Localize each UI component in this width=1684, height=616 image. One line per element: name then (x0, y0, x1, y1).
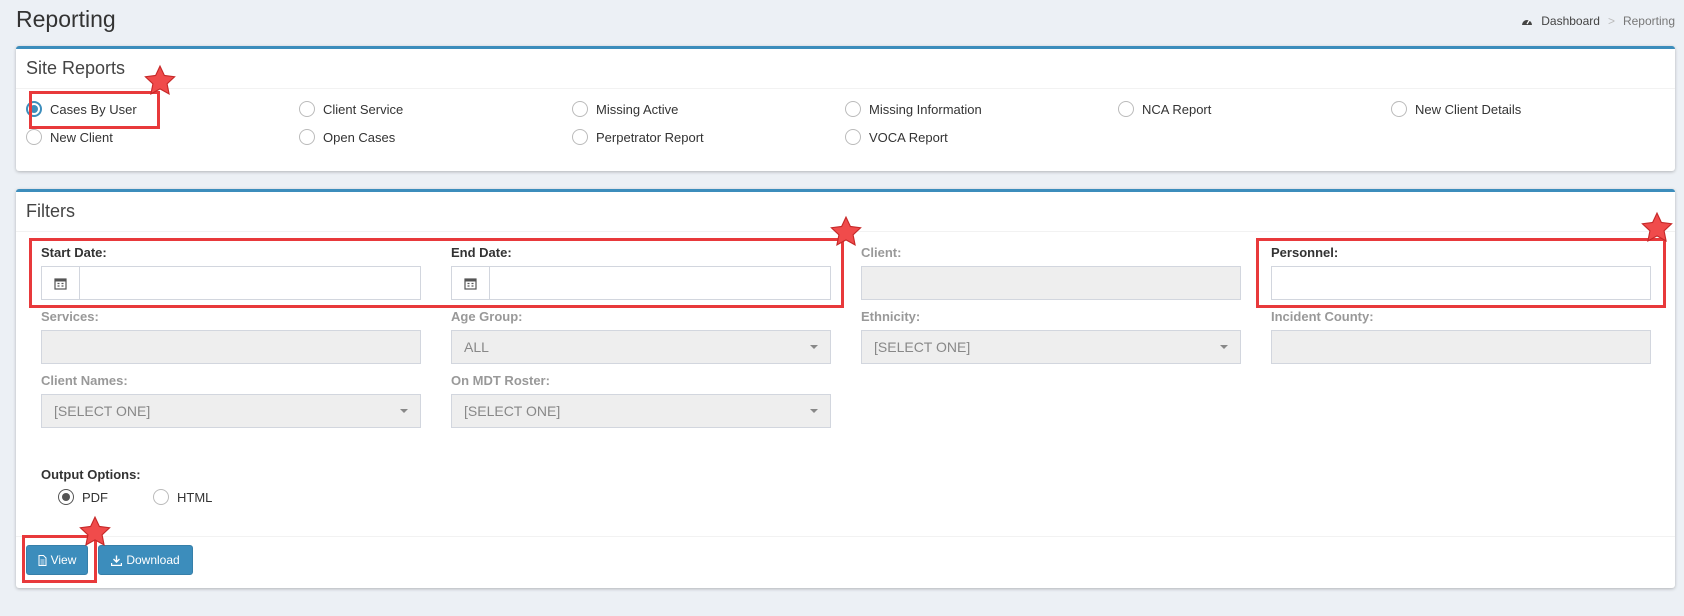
output-option-html[interactable]: HTML (153, 488, 212, 506)
report-option-new-client[interactable]: New Client (26, 128, 299, 146)
calendar-icon (54, 277, 67, 290)
breadcrumb-separator: > (1607, 14, 1615, 28)
report-option-missing-information[interactable]: Missing Information (845, 100, 1118, 118)
personnel-label: Personnel: (1271, 245, 1339, 260)
radio-button[interactable] (299, 101, 315, 117)
age-group-select[interactable]: ALL (451, 330, 831, 364)
report-option-open-cases[interactable]: Open Cases (299, 128, 572, 146)
client-label: Client: (861, 245, 902, 260)
incident-county-label: Incident County: (1271, 309, 1374, 324)
report-option-cases-by-user[interactable]: Cases By User (26, 100, 299, 118)
site-reports-title: Site Reports (16, 49, 1675, 89)
end-date-calendar-button[interactable] (451, 266, 489, 300)
client-names-select[interactable]: [SELECT ONE] (41, 394, 421, 428)
radio-button[interactable] (26, 101, 42, 117)
output-options-label: Output Options: (41, 467, 141, 482)
age-group-label: Age Group: (451, 309, 523, 324)
on-mdt-roster-select[interactable]: [SELECT ONE] (451, 394, 831, 428)
radio-button[interactable] (153, 489, 169, 505)
page-title: Reporting (16, 6, 116, 32)
start-date-field (41, 266, 421, 300)
radio-button[interactable] (572, 129, 588, 145)
radio-button[interactable] (26, 129, 42, 145)
end-date-label: End Date: (451, 245, 512, 260)
services-label: Services: (41, 309, 99, 324)
radio-button[interactable] (58, 489, 74, 505)
services-input[interactable] (41, 330, 421, 364)
filters-panel: Filters (16, 189, 1675, 588)
dashboard-icon (1522, 19, 1533, 25)
client-names-label: Client Names: (41, 373, 128, 388)
site-reports-radio-group: Cases By User Client Service Missing Act… (26, 100, 1666, 146)
report-option-nca-report[interactable]: NCA Report (1118, 100, 1391, 118)
output-option-pdf[interactable]: PDF (58, 488, 108, 506)
ethnicity-select[interactable]: [SELECT ONE] (861, 330, 1241, 364)
radio-button[interactable] (1391, 101, 1407, 117)
file-icon (38, 554, 47, 566)
ethnicity-label: Ethnicity: (861, 309, 921, 324)
personnel-input[interactable] (1271, 266, 1651, 300)
footer-divider (16, 536, 1675, 537)
client-input[interactable] (861, 266, 1241, 300)
breadcrumb-dashboard-link[interactable]: Dashboard (1541, 14, 1600, 28)
radio-button[interactable] (1118, 101, 1134, 117)
download-icon (111, 555, 123, 566)
start-date-calendar-button[interactable] (41, 266, 79, 300)
breadcrumb: Dashboard > Reporting (1521, 14, 1675, 28)
on-mdt-roster-label: On MDT Roster: (451, 373, 550, 388)
radio-button[interactable] (845, 129, 861, 145)
report-option-perpetrator-report[interactable]: Perpetrator Report (572, 128, 845, 146)
radio-button[interactable] (572, 101, 588, 117)
end-date-field (451, 266, 831, 300)
report-option-missing-active[interactable]: Missing Active (572, 100, 845, 118)
view-button[interactable]: View (26, 545, 88, 575)
radio-button[interactable] (299, 129, 315, 145)
end-date-input[interactable] (489, 266, 831, 300)
incident-county-input[interactable] (1271, 330, 1651, 364)
breadcrumb-current: Reporting (1622, 14, 1675, 28)
report-option-client-service[interactable]: Client Service (299, 100, 572, 118)
report-option-voca-report[interactable]: VOCA Report (845, 128, 1118, 146)
download-button[interactable]: Download (98, 545, 193, 575)
calendar-icon (464, 277, 477, 290)
filters-title: Filters (16, 192, 1675, 232)
radio-button[interactable] (845, 101, 861, 117)
report-option-new-client-details[interactable]: New Client Details (1391, 100, 1664, 118)
start-date-label: Start Date: (41, 245, 107, 260)
start-date-input[interactable] (79, 266, 421, 300)
